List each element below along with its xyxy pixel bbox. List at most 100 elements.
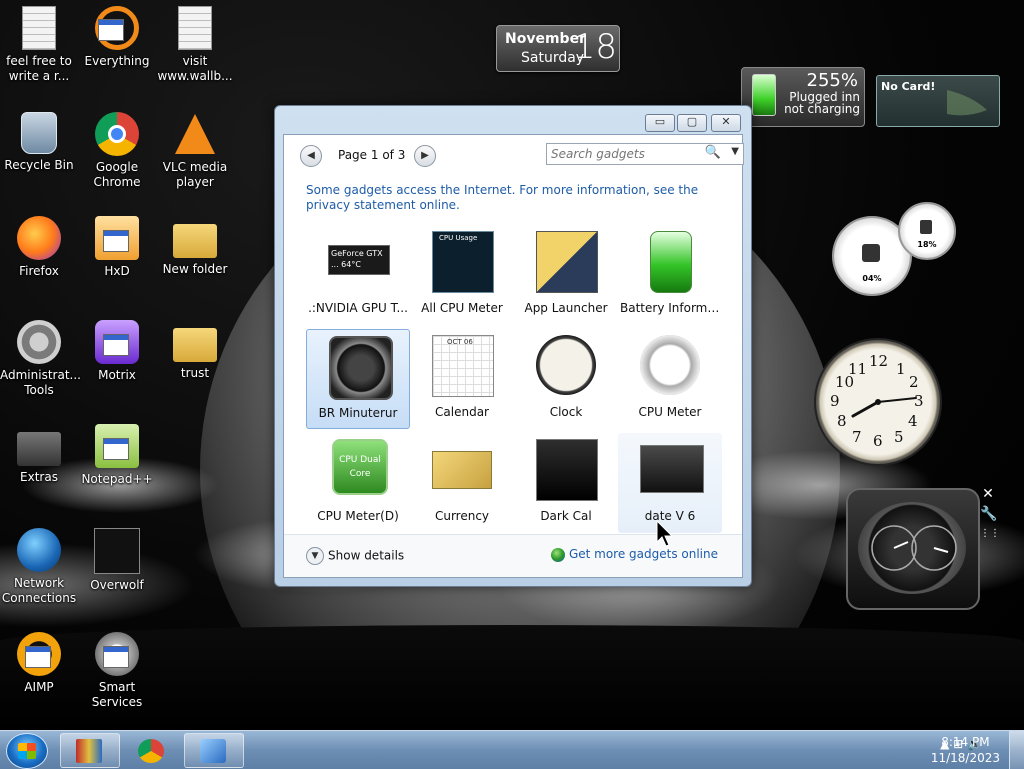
desktop-icon-visit-wallb[interactable]: visit www.wallb... bbox=[156, 6, 234, 84]
gadget-gallery-window: ▭ ▢ ✕ ◀ Page 1 of 3 ▶ 🔍 ▼ Some gadgets a… bbox=[274, 105, 752, 587]
clock-thumbnail-icon bbox=[536, 335, 596, 395]
close-button[interactable]: ✕ bbox=[711, 114, 741, 132]
services-icon bbox=[95, 632, 139, 676]
gadget-tile-label: CPU Meter(D) bbox=[317, 509, 399, 523]
desktop-icon-label: New folder bbox=[162, 262, 228, 276]
desktop-icon-admin-tools[interactable]: Administrat... Tools bbox=[0, 320, 81, 398]
mouse-cursor-icon bbox=[656, 520, 674, 547]
desktop-icon-recycle-bin[interactable]: Recycle Bin bbox=[0, 112, 78, 173]
get-more-gadgets-link[interactable]: Get more gadgets online bbox=[550, 547, 718, 562]
br-minuterur-gadget[interactable] bbox=[846, 488, 980, 610]
battery-icon bbox=[752, 74, 776, 116]
desktop-icon-trust[interactable]: trust bbox=[156, 320, 234, 381]
desktop-icon-smart-services[interactable]: Smart Services bbox=[78, 632, 156, 710]
privacy-notice-link[interactable]: Some gadgets access the Internet. For mo… bbox=[306, 183, 706, 213]
thumb-text: GeForce GTX ... 64°C bbox=[331, 249, 383, 269]
gadget-tile-nvidia-gpu[interactable]: GeForce GTX ... 64°C .:NVIDIA GPU T... bbox=[306, 225, 410, 325]
previous-page-button[interactable]: ◀ bbox=[300, 145, 322, 167]
gadget-tile-label: Calendar bbox=[435, 405, 489, 419]
gadget-tile-app-launcher[interactable]: App Launcher bbox=[514, 225, 618, 325]
gadget-close-button[interactable]: ✕ bbox=[980, 486, 996, 502]
gadget-tile-battery-info[interactable]: Battery Informa... bbox=[618, 225, 722, 325]
br-minuterur-thumbnail-icon bbox=[329, 336, 393, 400]
taskbar-chrome[interactable] bbox=[122, 733, 182, 768]
desktop-icon-firefox[interactable]: Firefox bbox=[0, 216, 78, 279]
page-indicator: Page 1 of 3 bbox=[338, 148, 406, 162]
desktop-icon-overwolf[interactable]: Overwolf bbox=[78, 528, 156, 593]
taskbar: ▲ ⊞ 🔊 8:14 PM 11/18/2023 bbox=[0, 730, 1024, 769]
desktop-icon-label: Everything bbox=[84, 54, 150, 68]
show-desktop-button[interactable] bbox=[1009, 731, 1024, 769]
desktop-icon-label: Recycle Bin bbox=[4, 158, 74, 172]
desktop-icon-label: Administrat... Tools bbox=[0, 368, 81, 397]
desktop-icon-new-folder[interactable]: New folder bbox=[156, 216, 234, 277]
currency-thumbnail-icon bbox=[432, 451, 492, 489]
desktop-icon-label: Firefox bbox=[19, 264, 59, 278]
desktop-icon-network-connections[interactable]: Network Connections bbox=[0, 528, 78, 606]
search-icon[interactable]: 🔍 bbox=[705, 145, 721, 160]
gadget-tile-all-cpu-meter[interactable]: CPU Usage All CPU Meter bbox=[410, 225, 514, 325]
gadget-tile-label: Dark Cal bbox=[540, 509, 592, 523]
cpu-dual-core-thumbnail-icon: CPU Dual Core bbox=[332, 439, 388, 495]
get-more-gadgets-label: Get more gadgets online bbox=[568, 547, 718, 561]
gadget-tile-dark-cal[interactable]: Dark Cal bbox=[514, 433, 618, 533]
gadget-tile-date-v6[interactable]: date V 6 bbox=[618, 433, 722, 533]
gadget-tile-cpu-meter-d[interactable]: CPU Dual Core CPU Meter(D) bbox=[306, 433, 410, 533]
chrome-icon bbox=[95, 112, 139, 156]
winrar-icon bbox=[76, 739, 102, 763]
notepadpp-icon bbox=[95, 424, 139, 468]
gadget-options-button[interactable]: 🔧 bbox=[980, 506, 997, 522]
everything-search-icon bbox=[95, 6, 139, 50]
clock-gadget[interactable]: 12 1 2 3 4 5 6 7 8 9 10 11 bbox=[814, 338, 942, 466]
search-box: 🔍 ▼ bbox=[546, 143, 744, 165]
restore-button[interactable]: ▢ bbox=[677, 114, 707, 132]
gadget-drag-handle[interactable]: ⋮⋮ bbox=[980, 526, 1000, 542]
gadget-tile-clock[interactable]: Clock bbox=[514, 329, 618, 429]
desktop-icon-feel-free[interactable]: feel free to write a r... bbox=[0, 6, 78, 84]
next-page-button[interactable]: ▶ bbox=[414, 145, 436, 167]
desktop-icon-label: Motrix bbox=[98, 368, 136, 382]
taskbar-gadget-tool[interactable] bbox=[184, 733, 244, 768]
gallery-content: ◀ Page 1 of 3 ▶ 🔍 ▼ Some gadgets access … bbox=[283, 134, 744, 578]
date-gadget[interactable]: November Saturday 18 bbox=[496, 25, 620, 72]
nvidia-gpu-gadget[interactable]: No Card! bbox=[876, 75, 1000, 127]
desktop-icon-chrome[interactable]: Google Chrome bbox=[78, 112, 156, 190]
chevron-down-icon: ▼ bbox=[306, 547, 324, 565]
desktop-icon-hxd[interactable]: HxD bbox=[78, 216, 156, 279]
chrome-icon bbox=[138, 739, 164, 763]
show-details-button[interactable]: ▼ Show details bbox=[306, 547, 404, 565]
battery-gadget[interactable]: 255% Plugged inn not charging bbox=[741, 67, 865, 127]
text-document-icon bbox=[178, 6, 212, 50]
desktop-icon-vlc[interactable]: VLC media player bbox=[156, 112, 234, 190]
desktop-icon-extras[interactable]: Extras bbox=[0, 424, 78, 485]
minimize-button[interactable]: ▭ bbox=[645, 114, 675, 132]
desktop-icon-everything[interactable]: Everything bbox=[78, 6, 156, 69]
taskbar-clock[interactable]: 8:14 PM 11/18/2023 bbox=[931, 734, 1000, 766]
chevron-down-icon[interactable]: ▼ bbox=[731, 146, 739, 157]
firefox-icon bbox=[17, 216, 61, 260]
cpu-meter-gadget[interactable]: 04% 18% bbox=[832, 202, 956, 296]
gadget-tile-calendar[interactable]: OCT 06 Calendar bbox=[410, 329, 514, 429]
start-button[interactable] bbox=[6, 733, 48, 769]
search-input[interactable] bbox=[551, 146, 701, 162]
desktop-icon-notepadpp[interactable]: Notepad++ bbox=[78, 424, 156, 487]
gadget-tile-label: All CPU Meter bbox=[421, 301, 503, 315]
date-v6-thumbnail-icon bbox=[640, 445, 704, 493]
desktop-icon-aimp[interactable]: AIMP bbox=[0, 632, 78, 695]
desktop-icon-label: AIMP bbox=[24, 680, 54, 694]
taskbar-winrar[interactable] bbox=[60, 733, 120, 768]
gadget-tile-currency[interactable]: Currency bbox=[410, 433, 514, 533]
desktop-icon-label: feel free to write a r... bbox=[6, 54, 72, 83]
folder-icon bbox=[173, 328, 217, 362]
show-details-label: Show details bbox=[328, 548, 405, 563]
desktop-icon-label: Smart Services bbox=[91, 680, 143, 709]
aimp-icon bbox=[17, 632, 61, 676]
gadget-tile-label: Clock bbox=[549, 405, 583, 419]
desktop-icon-motrix[interactable]: Motrix bbox=[78, 320, 156, 383]
gadget-tile-cpu-meter[interactable]: CPU Meter bbox=[618, 329, 722, 429]
folder-icon bbox=[17, 432, 61, 466]
network-globe-icon bbox=[17, 528, 61, 572]
gadget-tile-br-minuterur[interactable]: BR Minuterur bbox=[306, 329, 410, 429]
memory-gauge-value: 18% bbox=[917, 240, 937, 249]
nvidia-logo-icon bbox=[947, 90, 987, 116]
